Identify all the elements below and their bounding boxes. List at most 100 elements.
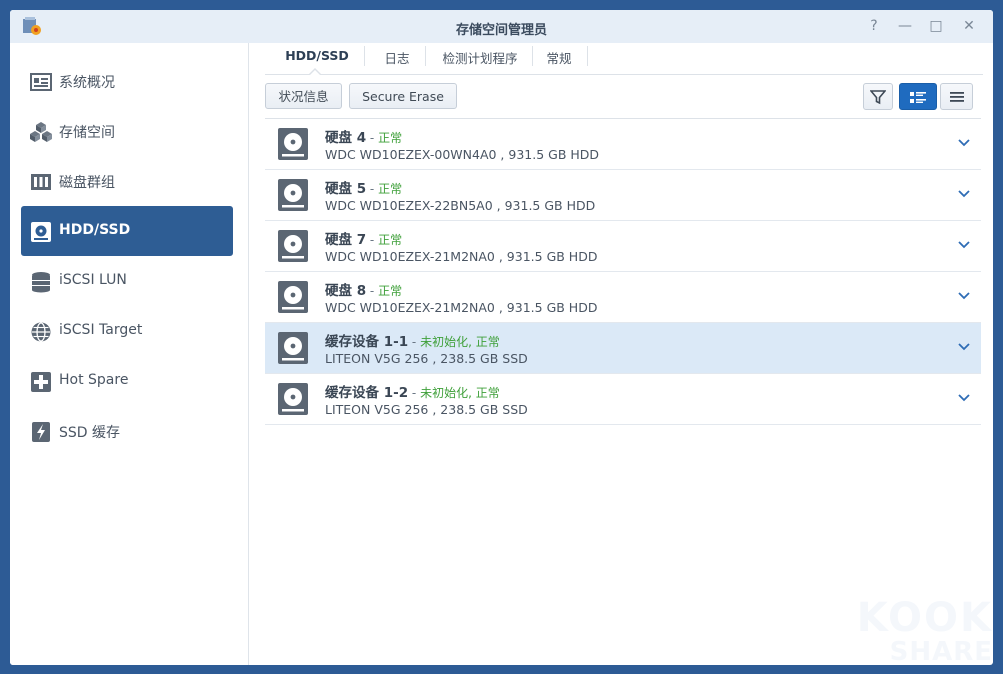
sidebar-item-overview[interactable]: 系统概况 (21, 56, 233, 106)
secure-erase-button[interactable]: Secure Erase (349, 83, 457, 109)
disk-model: WDC WD10EZEX-21M2NA0 , 931.5 GB HDD (325, 300, 598, 315)
tab-log[interactable]: 日志 (380, 48, 414, 74)
disk-separator: - (408, 386, 421, 400)
hard-disk-icon (278, 230, 308, 262)
sidebar-item-storage[interactable]: 存储空间 (21, 106, 233, 156)
sidebar-item-label: SSD 缓存 (59, 425, 121, 441)
disk-name: 硬盘 7 (325, 232, 367, 248)
overview-icon (30, 73, 52, 91)
disk-group-icon (31, 174, 51, 190)
disk-model: WDC WD10EZEX-22BN5A0 , 931.5 GB HDD (325, 198, 596, 213)
detail-view-button[interactable] (899, 83, 937, 110)
disk-status: 正常 (378, 182, 403, 196)
tab-test-scheduler[interactable]: 检测计划程序 (438, 48, 522, 74)
active-tab-indicator-fill (310, 70, 320, 75)
disk-row-7[interactable]: 硬盘 7 - 正常 WDC WD10EZEX-21M2NA0 , 931.5 G… (265, 221, 981, 272)
disk-name: 缓存设备 1-1 (325, 334, 409, 350)
disk-row-5[interactable]: 硬盘 5 - 正常 WDC WD10EZEX-22BN5A0 , 931.5 G… (265, 170, 981, 221)
sidebar-item-label: 存储空间 (59, 125, 115, 141)
sidebar-item-disk-group[interactable]: 磁盘群组 (21, 156, 233, 206)
tab-divider (425, 46, 426, 66)
filter-button[interactable] (863, 83, 893, 110)
cache-device-row-1-2[interactable]: 缓存设备 1-2 - 未初始化, 正常 LITEON V5G 256 , 238… (265, 374, 981, 425)
cache-device-row-1-1[interactable]: 缓存设备 1-1 - 未初始化, 正常 LITEON V5G 256 , 238… (265, 323, 981, 374)
chevron-down-icon[interactable] (956, 288, 972, 304)
disk-row-4[interactable]: 硬盘 4 - 正常 WDC WD10EZEX-00WN4A0 , 931.5 G… (265, 119, 981, 170)
sidebar-item-label: iSCSI LUN (59, 272, 127, 288)
hot-spare-icon (31, 372, 51, 392)
window-title: 存储空间管理员 (455, 23, 547, 38)
disk-name: 硬盘 8 (325, 283, 367, 299)
status-info-button[interactable]: 状况信息 (265, 83, 342, 109)
list-icon (950, 92, 964, 102)
disk-separator: - (408, 335, 421, 349)
disk-name-line: 硬盘 8 - 正常 (325, 279, 402, 299)
disk-separator: - (366, 131, 379, 145)
sidebar-item-label: 磁盘群组 (59, 175, 115, 191)
sidebar-item-label: HDD/SSD (59, 222, 131, 238)
hard-disk-icon (278, 383, 308, 415)
sidebar-item-iscsi-lun[interactable]: iSCSI LUN (21, 256, 233, 306)
maximize-icon[interactable]: □ (927, 17, 945, 35)
chevron-down-icon[interactable] (956, 237, 972, 253)
sidebar-item-label: Hot Spare (59, 372, 129, 388)
disk-separator: - (366, 182, 379, 196)
disk-status: 正常 (378, 284, 403, 298)
tab-divider (532, 46, 533, 66)
chevron-down-icon[interactable] (956, 186, 972, 202)
disk-name-line: 硬盘 4 - 正常 (325, 126, 402, 146)
watermark-line2: SHARE (889, 637, 993, 667)
tab-general[interactable]: 常规 (542, 48, 576, 74)
disk-name-line: 缓存设备 1-2 - 未初始化, 正常 (325, 381, 500, 401)
disk-status: 未初始化, 正常 (420, 335, 500, 349)
close-icon[interactable]: ✕ (960, 17, 978, 35)
chevron-down-icon[interactable] (956, 390, 972, 406)
chevron-down-icon[interactable] (956, 339, 972, 355)
disk-name-line: 硬盘 7 - 正常 (325, 228, 402, 248)
list-detail-icon (910, 92, 926, 103)
sidebar-item-iscsi-target[interactable]: iSCSI Target (21, 306, 233, 356)
disk-name: 硬盘 5 (325, 181, 367, 197)
watermark-logo: KOOK SHARE (857, 598, 993, 666)
disk-model: WDC WD10EZEX-21M2NA0 , 931.5 GB HDD (325, 249, 598, 264)
hard-disk-icon (278, 281, 308, 313)
disk-name: 硬盘 4 (325, 130, 367, 146)
sidebar-item-hot-spare[interactable]: Hot Spare (21, 356, 233, 406)
sidebar-item-ssd-cache[interactable]: SSD 缓存 (21, 406, 233, 456)
disk-status: 正常 (378, 233, 403, 247)
hdd-icon (31, 222, 51, 242)
disk-model: LITEON V5G 256 , 238.5 GB SSD (325, 351, 528, 366)
minimize-icon[interactable]: — (896, 17, 914, 35)
compact-view-button[interactable] (940, 83, 973, 110)
sidebar-item-label: 系统概况 (59, 75, 115, 91)
disk-status: 正常 (378, 131, 403, 145)
watermark-line1: KOOK (856, 595, 993, 641)
disk-status: 未初始化, 正常 (420, 386, 500, 400)
tab-underline (265, 74, 983, 75)
hard-disk-icon (278, 128, 308, 160)
target-icon (31, 322, 51, 342)
hard-disk-icon (278, 179, 308, 211)
ssd-cache-icon (32, 422, 50, 442)
disk-name-line: 缓存设备 1-1 - 未初始化, 正常 (325, 330, 500, 350)
chevron-down-icon[interactable] (956, 135, 972, 151)
lun-icon (32, 272, 50, 293)
hard-disk-icon (278, 332, 308, 364)
disk-row-8[interactable]: 硬盘 8 - 正常 WDC WD10EZEX-21M2NA0 , 931.5 G… (265, 272, 981, 323)
sidebar-item-hdd-ssd[interactable]: HDD/SSD (21, 206, 233, 256)
disk-name-line: 硬盘 5 - 正常 (325, 177, 402, 197)
disk-model: LITEON V5G 256 , 238.5 GB SSD (325, 402, 528, 417)
sidebar: 系统概况 存储空间 磁盘群组 HDD/SSD iSCSI LUN iSCSI T… (10, 43, 249, 665)
disk-separator: - (366, 284, 379, 298)
disk-model: WDC WD10EZEX-00WN4A0 , 931.5 GB HDD (325, 147, 600, 162)
disk-separator: - (366, 233, 379, 247)
tab-divider (364, 46, 365, 66)
disk-name: 缓存设备 1-2 (325, 385, 409, 401)
storage-icon (30, 122, 52, 142)
tab-divider (587, 46, 588, 66)
filter-icon (870, 90, 886, 105)
sidebar-item-label: iSCSI Target (59, 322, 143, 338)
title-bar[interactable]: 存储空间管理员 ? — □ ✕ (10, 10, 993, 43)
storage-manager-window: 存储空间管理员 ? — □ ✕ 系统概况 存储空间 磁盘群组 HDD/SSD i… (10, 10, 993, 665)
help-icon[interactable]: ? (865, 17, 883, 35)
